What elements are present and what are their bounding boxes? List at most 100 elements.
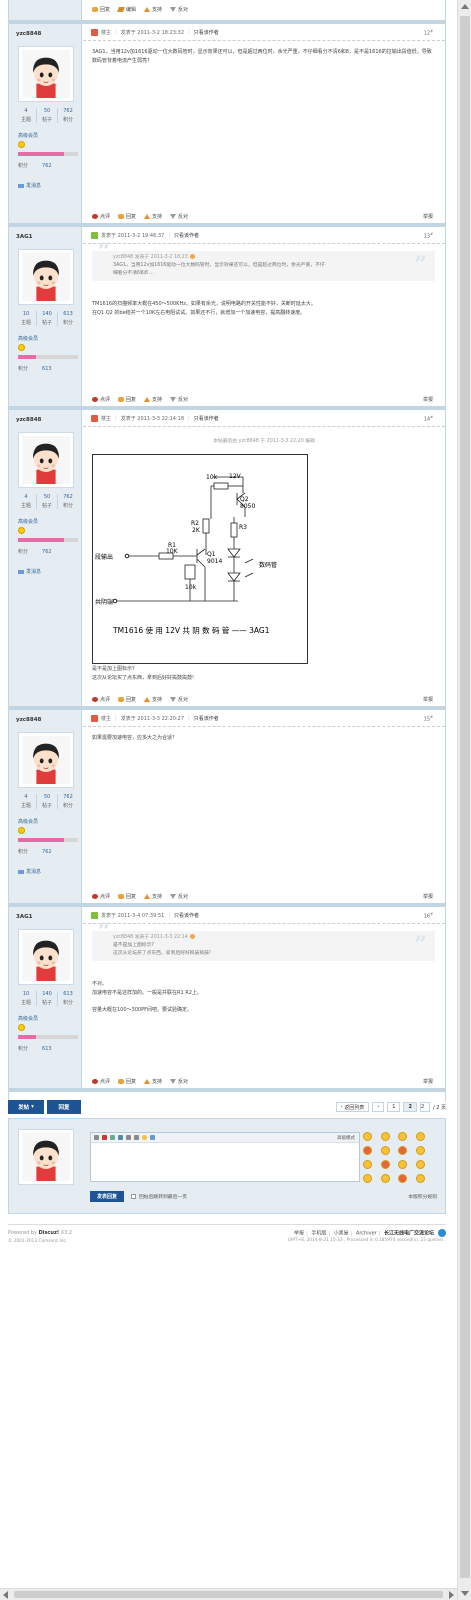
- posts-count[interactable]: 140: [37, 311, 57, 317]
- only-author-link[interactable]: 只看该作者: [194, 29, 219, 36]
- floor-number[interactable]: 12#: [424, 29, 433, 37]
- footer-link-report[interactable]: 举报: [294, 1231, 304, 1237]
- reply-editor[interactable]: 高级模式: [90, 1132, 360, 1182]
- link-icon[interactable]: [150, 1135, 155, 1140]
- oppose-action[interactable]: 反对: [170, 213, 188, 220]
- only-author-link[interactable]: 只看该作者: [194, 415, 219, 422]
- smiley-icon[interactable]: [380, 1160, 390, 1169]
- avatar[interactable]: [18, 732, 74, 788]
- floor-number[interactable]: 13#: [424, 232, 433, 240]
- smiley-icon[interactable]: [398, 1146, 407, 1155]
- oppose-action[interactable]: 反对: [170, 6, 188, 13]
- report-link[interactable]: 举报: [423, 1078, 433, 1085]
- only-author-link[interactable]: 只看该作者: [174, 912, 199, 919]
- smiley-icon[interactable]: [398, 1160, 407, 1169]
- smiley-icon[interactable]: [380, 1132, 390, 1141]
- advanced-mode-link[interactable]: 高级模式: [337, 1135, 355, 1141]
- smiley-icon[interactable]: [363, 1132, 372, 1141]
- font-color-icon[interactable]: [102, 1135, 107, 1140]
- reply-action[interactable]: 回复: [118, 1078, 136, 1085]
- jump-to-post-icon[interactable]: [189, 254, 195, 259]
- topics-count[interactable]: 10: [16, 991, 36, 997]
- user-group[interactable]: 高级会员: [18, 132, 38, 139]
- report-link[interactable]: 举报: [423, 396, 433, 403]
- back-to-list-link[interactable]: ‹ 返回列表: [335, 1102, 370, 1112]
- smiley-icon[interactable]: [415, 1132, 425, 1141]
- smiley-icon[interactable]: [415, 1146, 425, 1155]
- smiley-icon[interactable]: [363, 1160, 372, 1169]
- topics-count[interactable]: 4: [16, 794, 36, 800]
- jump-to-post-icon[interactable]: [189, 934, 195, 939]
- jump-last-page-checkbox[interactable]: 回帖后跳转到最后一页: [131, 1193, 187, 1200]
- prev-page-link[interactable]: ‹: [372, 1102, 385, 1112]
- reply-action[interactable]: 回复: [118, 213, 136, 220]
- page-1-link[interactable]: 1: [387, 1102, 401, 1112]
- footer-link-blackroom[interactable]: 小黑屋: [334, 1231, 349, 1237]
- send-message-link[interactable]: 发消息: [18, 568, 41, 575]
- smiley-icon[interactable]: [398, 1174, 407, 1183]
- credits-count[interactable]: 762: [58, 108, 78, 114]
- rate-action[interactable]: 点评: [92, 396, 110, 403]
- smiley-icon[interactable]: [398, 1132, 407, 1141]
- author-name[interactable]: 3AG1: [16, 234, 32, 240]
- scroll-left-arrow-icon[interactable]: [3, 1591, 8, 1599]
- floor-number[interactable]: 14#: [424, 415, 433, 423]
- site-name-link[interactable]: 长江无线电厂交流论坛: [384, 1231, 434, 1237]
- footer-link-archiver[interactable]: Archiver: [356, 1231, 377, 1237]
- scroll-down-arrow-icon[interactable]: [461, 1591, 469, 1596]
- oppose-action[interactable]: 反对: [170, 1078, 188, 1085]
- floor-number[interactable]: 15#: [424, 715, 433, 723]
- author-name[interactable]: 3AG1: [16, 914, 32, 920]
- floor-number[interactable]: 16#: [424, 912, 433, 920]
- credit-rules-link[interactable]: 本版积分规则: [408, 1193, 437, 1200]
- avatar[interactable]: [18, 432, 74, 488]
- credits-count[interactable]: 762: [58, 494, 78, 500]
- rate-action[interactable]: 点评: [92, 213, 110, 220]
- report-link[interactable]: 举报: [423, 893, 433, 900]
- smiley-icon[interactable]: [415, 1174, 425, 1183]
- support-action[interactable]: 支持: [144, 396, 162, 403]
- smiley-icon[interactable]: [380, 1146, 390, 1155]
- send-message-link[interactable]: 发消息: [18, 868, 41, 875]
- oppose-action[interactable]: 反对: [170, 396, 188, 403]
- user-group[interactable]: 高级会员: [18, 818, 38, 825]
- horizontal-scrollbar[interactable]: [0, 1588, 457, 1600]
- hscroll-thumb[interactable]: [14, 1591, 443, 1598]
- smiley-icon[interactable]: [363, 1146, 372, 1155]
- oppose-action[interactable]: 反对: [170, 696, 188, 703]
- rate-action[interactable]: 点评: [92, 893, 110, 900]
- new-post-button[interactable]: 发帖 ▾: [8, 1100, 44, 1114]
- submit-reply-button[interactable]: 发表回复: [90, 1191, 124, 1202]
- credits-count[interactable]: 613: [58, 311, 78, 317]
- discuz-link[interactable]: Discuz!: [39, 1230, 60, 1236]
- checkbox-icon[interactable]: [131, 1194, 136, 1199]
- quote-icon[interactable]: [126, 1135, 131, 1140]
- user-group[interactable]: 高级会员: [18, 335, 38, 342]
- avatar[interactable]: [18, 929, 74, 985]
- posts-count[interactable]: 50: [37, 108, 57, 114]
- author-name[interactable]: yzc8848: [16, 417, 41, 423]
- rate-action[interactable]: 点评: [92, 696, 110, 703]
- smiley-icon[interactable]: [142, 1135, 147, 1140]
- report-link[interactable]: 举报: [423, 213, 433, 220]
- footer-link-mobile[interactable]: 手机版: [311, 1231, 326, 1237]
- scroll-up-arrow-icon[interactable]: [461, 4, 469, 9]
- avatar[interactable]: [18, 249, 74, 305]
- topics-count[interactable]: 10: [16, 311, 36, 317]
- code-icon[interactable]: [134, 1135, 139, 1140]
- support-action[interactable]: 支持: [144, 893, 162, 900]
- posts-count[interactable]: 140: [37, 991, 57, 997]
- report-link[interactable]: 举报: [423, 696, 433, 703]
- reply-action[interactable]: 回复: [118, 696, 136, 703]
- smiley-icon[interactable]: [380, 1174, 390, 1183]
- credits-count[interactable]: 762: [58, 794, 78, 800]
- posts-count[interactable]: 50: [37, 794, 57, 800]
- user-group[interactable]: 高级会员: [18, 1015, 38, 1022]
- posts-count[interactable]: 50: [37, 494, 57, 500]
- reply-action[interactable]: 回复: [118, 396, 136, 403]
- send-message-link[interactable]: 发消息: [18, 182, 41, 189]
- topics-count[interactable]: 4: [16, 494, 36, 500]
- support-action[interactable]: 支持: [144, 213, 162, 220]
- attachment-icon[interactable]: [118, 1135, 123, 1140]
- image-icon[interactable]: [110, 1135, 115, 1140]
